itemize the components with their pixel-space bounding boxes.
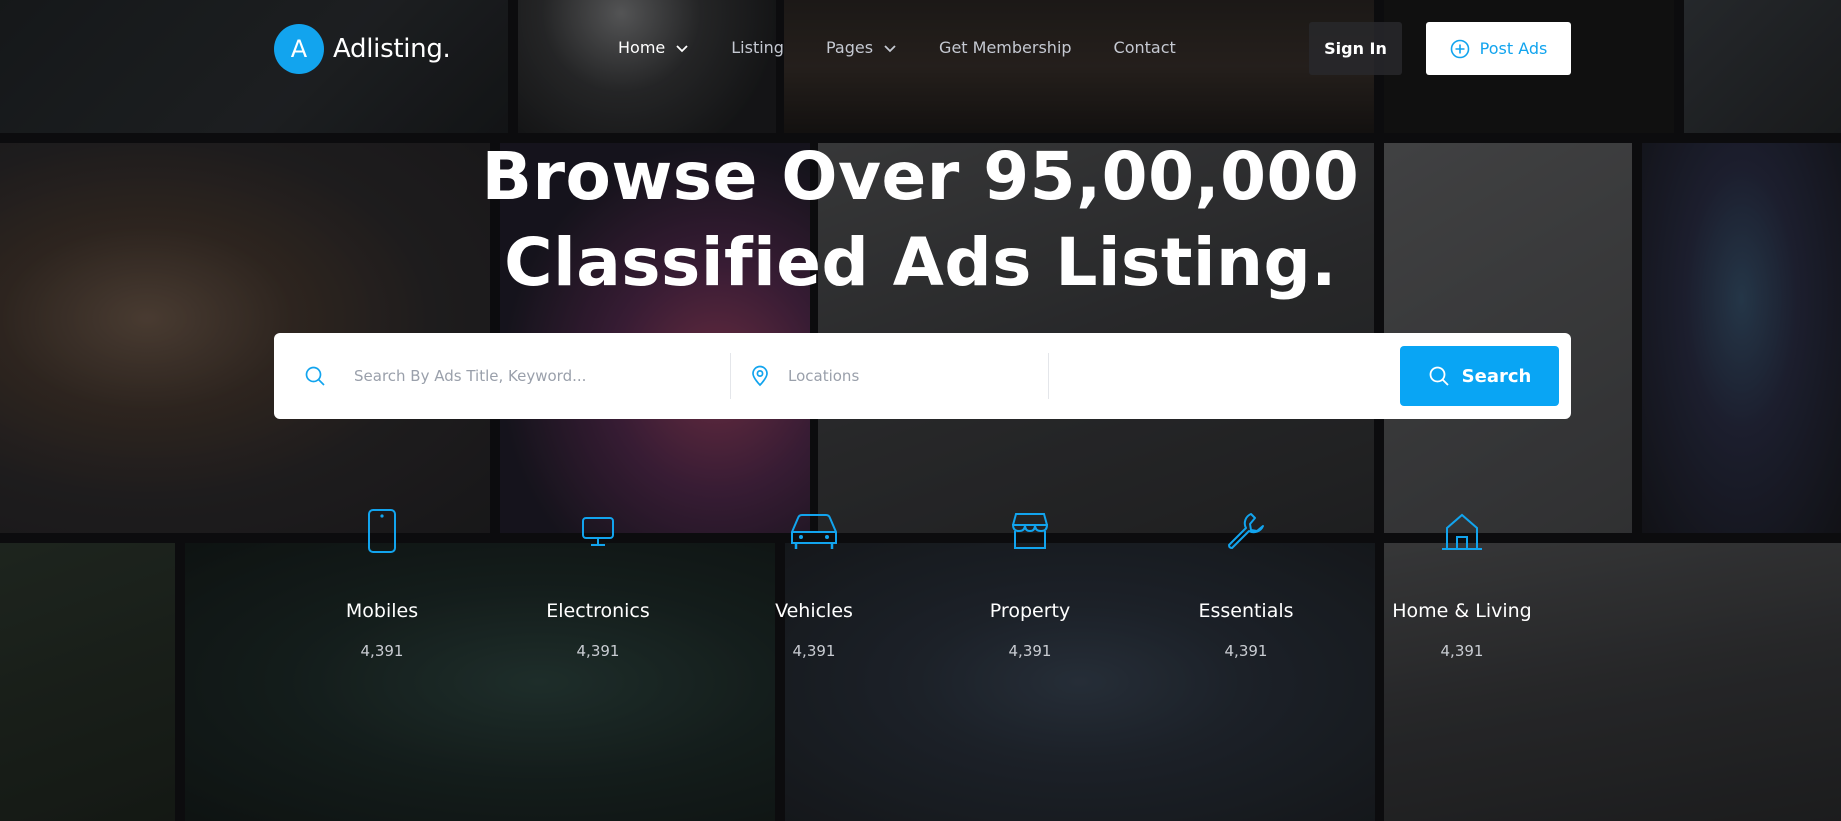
sign-in-button[interactable]: Sign In [1309, 22, 1402, 75]
category-count: 4,391 [360, 642, 404, 660]
category-vehicles[interactable]: Vehicles 4,391 [714, 505, 914, 660]
site-header: A Adlisting. Home Listing Pages Get Memb… [0, 0, 1841, 98]
keyword-search-field[interactable]: Search By Ads Title, Keyword... [304, 333, 714, 419]
hero-title-line2: Classified Ads Listing. [504, 224, 1337, 301]
category-name: Property [989, 600, 1071, 622]
logo-badge: A [274, 24, 324, 74]
search-icon [305, 366, 325, 386]
location-input[interactable]: Locations [788, 367, 859, 385]
location-pin-icon [752, 365, 768, 387]
nav-item-home[interactable]: Home [618, 38, 689, 57]
hero-title-line1: Browse Over 95,00,000 [481, 138, 1360, 215]
nav-item-label: Listing [731, 38, 784, 57]
location-field[interactable]: Locations [750, 333, 1040, 419]
category-name: Vehicles [775, 600, 853, 622]
category-count: 4,391 [1008, 642, 1052, 660]
chevron-down-icon [676, 44, 688, 52]
main-nav: Home Listing Pages Get Membership Contac… [618, 38, 1218, 57]
keyword-search-input[interactable]: Search By Ads Title, Keyword... [354, 367, 586, 385]
logo-text: Adlisting. [333, 34, 451, 64]
post-ads-label: Post Ads [1479, 39, 1548, 58]
hero-title: Browse Over 95,00,000 Classified Ads Lis… [0, 134, 1841, 306]
category-property[interactable]: Property 4,391 [930, 505, 1130, 660]
house-icon [1362, 505, 1562, 557]
category-name: Home & Living [1392, 600, 1532, 622]
nav-item-label: Home [618, 38, 666, 57]
category-mobiles[interactable]: Mobiles 4,391 [282, 505, 482, 660]
nav-item-label: Get Membership [939, 38, 1072, 57]
search-bar: Search By Ads Title, Keyword... Location… [274, 333, 1571, 419]
category-name: Electronics [546, 600, 650, 622]
category-name: Essentials [1198, 600, 1294, 622]
nav-item-get-membership[interactable]: Get Membership [939, 38, 1072, 57]
site-logo[interactable]: A Adlisting. [274, 24, 451, 74]
nav-item-pages[interactable]: Pages [826, 38, 897, 57]
category-home-living[interactable]: Home & Living 4,391 [1362, 505, 1562, 660]
search-button[interactable]: Search [1400, 346, 1559, 406]
search-divider [1048, 353, 1049, 399]
category-electronics[interactable]: Electronics 4,391 [498, 505, 698, 660]
category-name: Mobiles [345, 600, 419, 622]
search-button-label: Search [1461, 365, 1532, 387]
post-ads-button[interactable]: Post Ads [1426, 22, 1571, 75]
car-icon [714, 505, 914, 557]
monitor-icon [498, 505, 698, 557]
category-count: 4,391 [792, 642, 836, 660]
search-icon [1429, 366, 1449, 386]
category-count: 4,391 [1440, 642, 1484, 660]
wrench-icon [1146, 505, 1346, 557]
plus-circle-icon [1450, 39, 1469, 58]
chevron-down-icon [884, 44, 896, 52]
nav-item-contact[interactable]: Contact [1114, 38, 1176, 57]
nav-item-label: Pages [825, 38, 874, 57]
nav-item-label: Contact [1113, 38, 1176, 57]
store-icon [930, 505, 1130, 557]
category-essentials[interactable]: Essentials 4,391 [1146, 505, 1346, 660]
category-list: Mobiles 4,391 Electronics 4,391 Vehicles… [274, 505, 1571, 665]
nav-item-listing[interactable]: Listing [731, 38, 784, 57]
category-count: 4,391 [1224, 642, 1268, 660]
search-divider [730, 353, 731, 399]
category-count: 4,391 [576, 642, 620, 660]
mobile-icon [282, 505, 482, 557]
